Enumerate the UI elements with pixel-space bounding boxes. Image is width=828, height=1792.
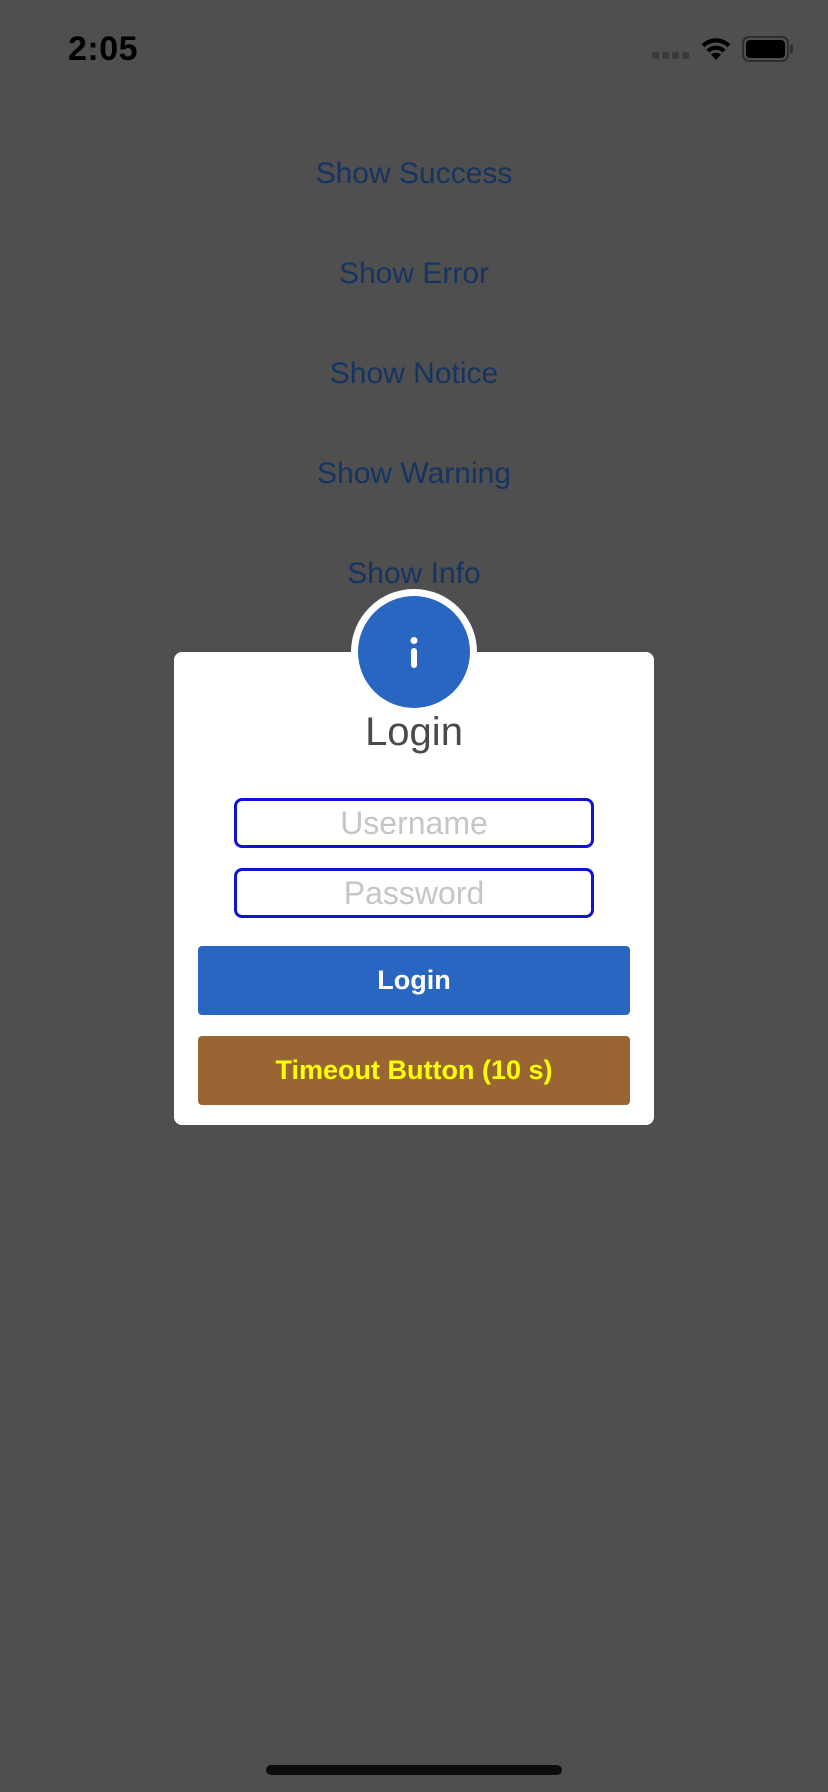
cellular-signal-icon (652, 52, 692, 60)
show-notice-button[interactable]: Show Notice (214, 344, 614, 404)
alert-title: Login (365, 710, 463, 754)
wifi-icon (701, 38, 731, 60)
password-field[interactable] (234, 868, 594, 918)
show-success-button[interactable]: Show Success (214, 144, 614, 204)
status-time: 2:05 (68, 30, 139, 68)
timeout-button[interactable]: Timeout Button (10 s) (198, 1036, 630, 1105)
username-field[interactable] (234, 798, 594, 848)
show-warning-button[interactable]: Show Warning (214, 444, 614, 504)
info-icon (410, 637, 418, 668)
status-bar: 2:05 (0, 0, 828, 100)
battery-icon (742, 36, 793, 62)
login-button[interactable]: Login (198, 946, 630, 1015)
show-error-button[interactable]: Show Error (214, 244, 614, 304)
home-indicator[interactable] (266, 1765, 562, 1775)
